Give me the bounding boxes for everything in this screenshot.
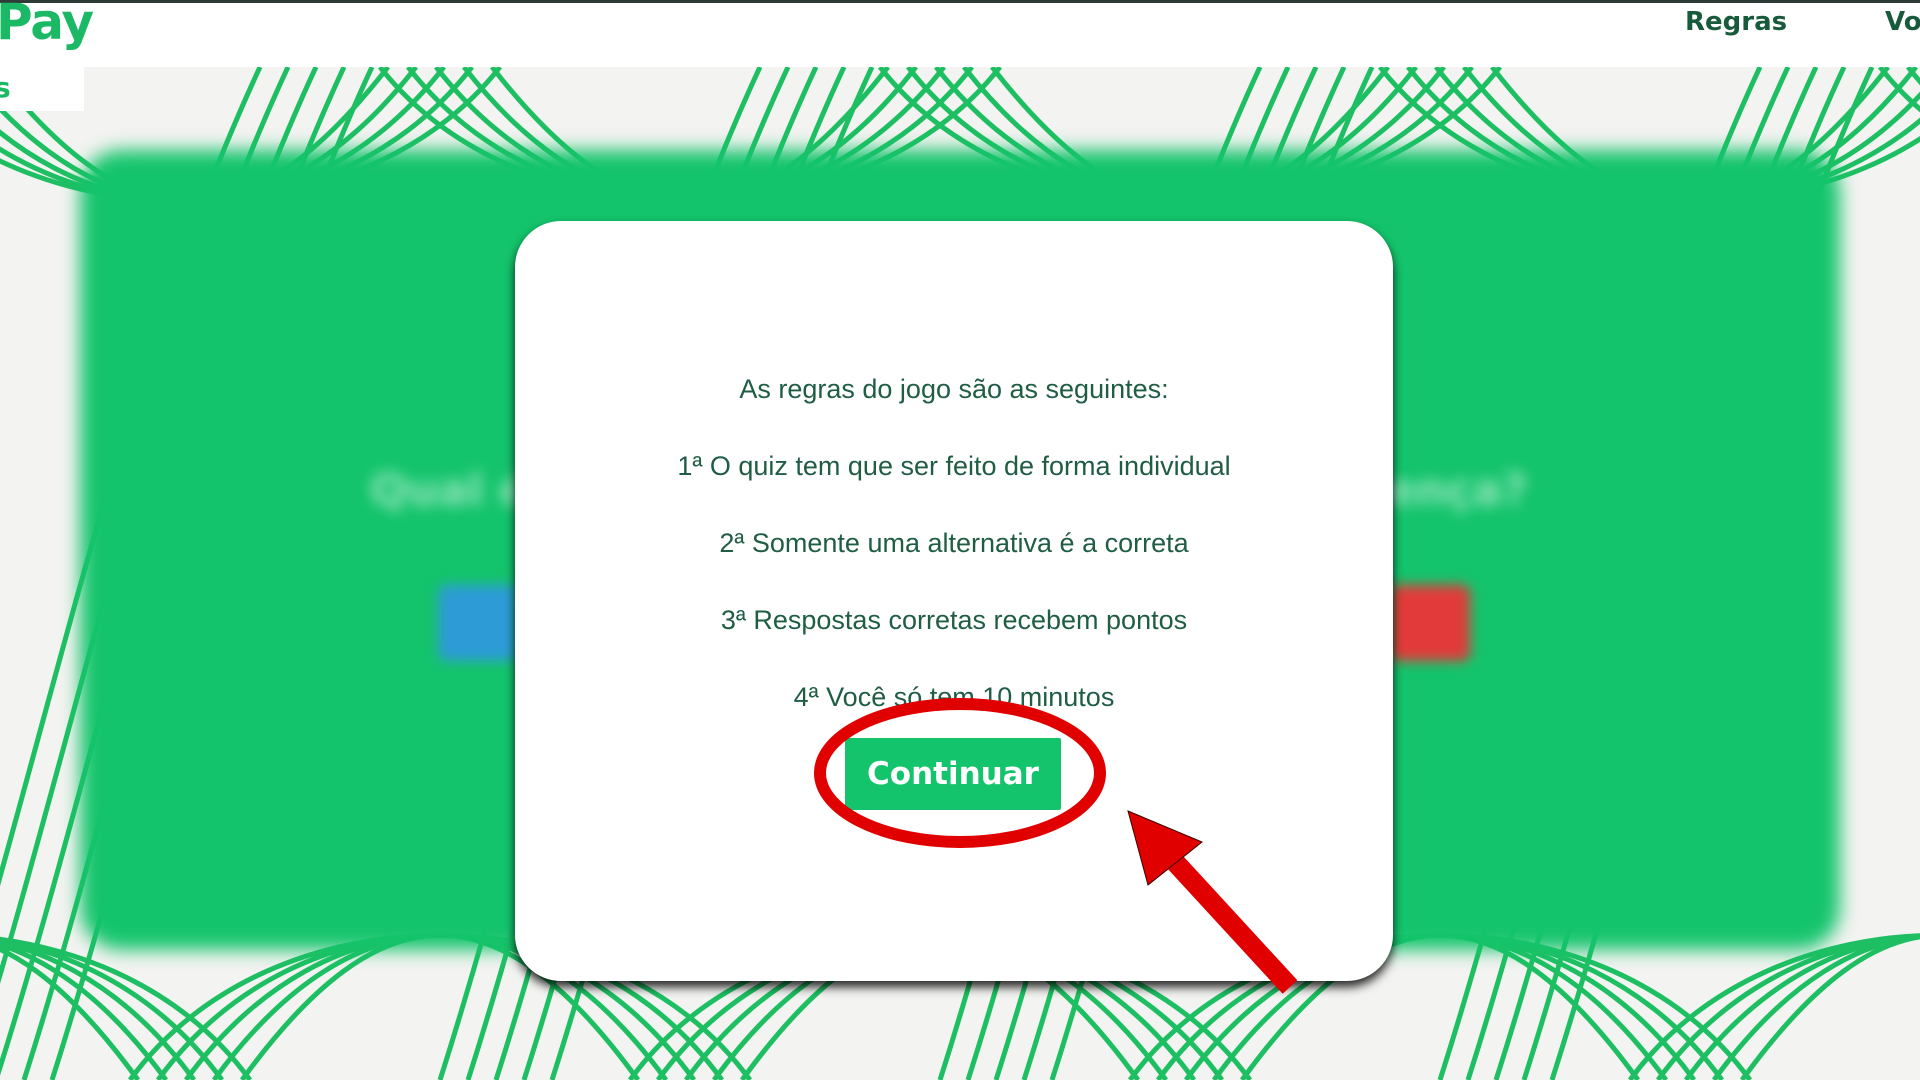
rules-intro: As regras do jogo são as seguintes: bbox=[739, 374, 1169, 404]
site-header: Pay Regras Vo bbox=[0, 0, 1920, 67]
quiz-question-left-blurred: Qual é bbox=[370, 465, 529, 516]
logo-subtext: s bbox=[0, 67, 84, 111]
logo-sub-label: s bbox=[0, 71, 11, 104]
nav-link-regras[interactable]: Regras bbox=[1685, 7, 1787, 37]
quiz-question-right-blurred: ença? bbox=[1385, 465, 1528, 516]
nav-link-voltar[interactable]: Vo bbox=[1885, 7, 1920, 37]
rule-item-1: 1ª O quiz tem que ser feito de forma ind… bbox=[677, 451, 1231, 481]
rule-item-4: 4ª Você só tem 10 minutos bbox=[793, 682, 1115, 712]
quiz-answer-button-red-blurred bbox=[1390, 585, 1470, 661]
continue-button[interactable]: Continuar bbox=[845, 738, 1061, 810]
rule-item-2: 2ª Somente uma alternativa é a correta bbox=[719, 528, 1189, 558]
rules-modal: As regras do jogo são as seguintes: 1ª O… bbox=[515, 221, 1393, 981]
quiz-answer-button-blue-blurred bbox=[438, 585, 518, 661]
logo[interactable]: Pay bbox=[0, 0, 94, 51]
rule-item-3: 3ª Respostas corretas recebem pontos bbox=[720, 605, 1188, 635]
